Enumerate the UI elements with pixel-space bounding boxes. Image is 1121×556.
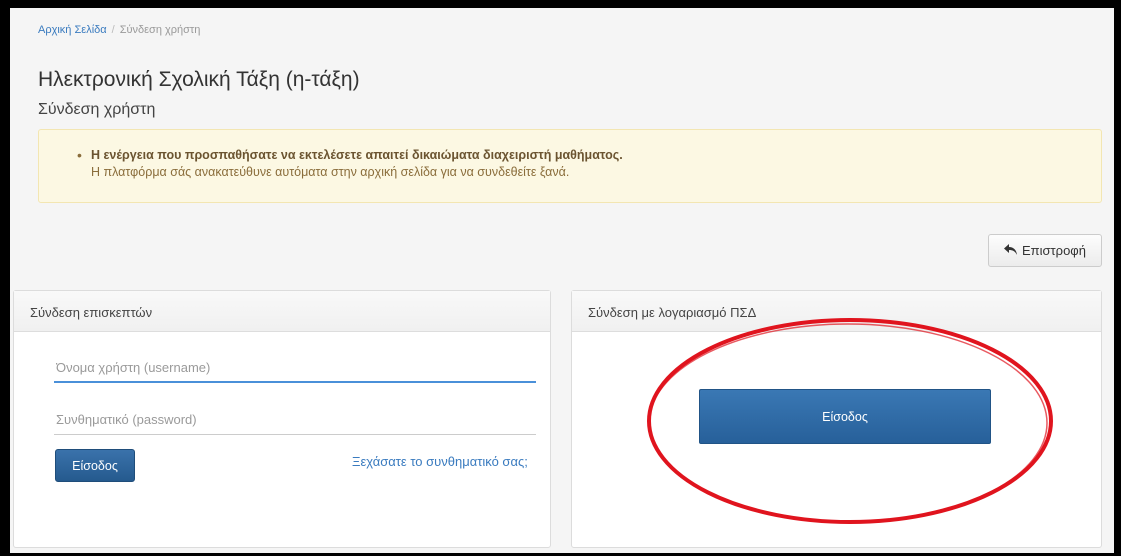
page-title: Ηλεκτρονική Σχολική Τάξη (η-τάξη) bbox=[38, 68, 360, 91]
alert-message: Η ενέργεια που προσπαθήσατε να εκτελέσετ… bbox=[91, 148, 623, 162]
psd-panel-title: Σύνδεση με λογαριασμό ΠΣΔ bbox=[572, 291, 1101, 332]
alert-detail: Η πλατφόρμα σάς ανακατεύθυνε αυτόματα στ… bbox=[91, 165, 570, 179]
reply-arrow-icon bbox=[1004, 243, 1017, 258]
breadcrumb-current: Σύνδεση χρήστη bbox=[119, 24, 201, 36]
username-input[interactable] bbox=[54, 353, 536, 383]
breadcrumb-home-link[interactable]: Αρχική Σελίδα bbox=[38, 24, 107, 36]
back-button-label: Επιστροφή bbox=[1022, 243, 1086, 258]
back-button[interactable]: Επιστροφή bbox=[988, 234, 1102, 267]
password-input[interactable] bbox=[54, 405, 536, 435]
guest-login-button[interactable]: Είσοδος bbox=[55, 449, 135, 482]
page-container: Αρχική Σελίδα / Σύνδεση χρήστη Ηλεκτρονική… bbox=[10, 8, 1114, 553]
page-subtitle: Σύνδεση χρήστη bbox=[38, 101, 156, 118]
warning-alert: • Η ενέργεια που προσπαθήσατε να εκτελέσ… bbox=[38, 129, 1102, 203]
forgot-password-link[interactable]: Ξεχάσατε το συνθηματικό σας; bbox=[352, 454, 528, 469]
breadcrumb-separator: / bbox=[111, 24, 115, 36]
guest-panel-title: Σύνδεση επισκεπτών bbox=[14, 291, 550, 332]
psd-login-button[interactable]: Είσοδος bbox=[699, 389, 991, 444]
alert-bullet: • bbox=[77, 147, 82, 163]
breadcrumb: Αρχική Σελίδα / Σύνδεση χρήστη bbox=[38, 24, 200, 36]
